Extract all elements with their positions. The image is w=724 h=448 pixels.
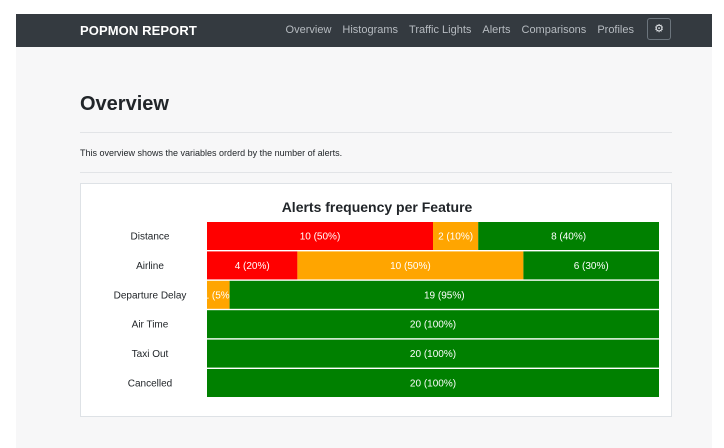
nav-link-alerts[interactable]: Alerts — [482, 24, 510, 36]
chart-card: Alerts frequency per Feature Distance 10 … — [80, 183, 672, 417]
nav-link-traffic-lights[interactable]: Traffic Lights — [409, 24, 471, 36]
bar-value-label: 6 (30%) — [574, 261, 609, 272]
bar-value-label: 8 (40%) — [551, 232, 586, 243]
alerts-frequency-chart: Alerts frequency per Feature Distance 10 … — [114, 199, 659, 397]
bar-value-label: 20 (100%) — [410, 320, 456, 331]
bar-value-label: 20 (100%) — [410, 379, 456, 390]
gear-icon: ⚙ — [654, 23, 664, 35]
bar-value-label: 4 (20%) — [235, 261, 270, 272]
brand-logo[interactable]: POPMON REPORT — [80, 23, 197, 38]
divider — [80, 172, 672, 173]
nav-link-comparisons[interactable]: Comparisons — [522, 24, 587, 36]
feature-label: Departure Delay — [114, 290, 187, 301]
nav-link-overview[interactable]: Overview — [286, 24, 332, 36]
nav-link-histograms[interactable]: Histograms — [342, 24, 398, 36]
chart-bars: Distance 10 (50%) 2 (10%) 8 (40%) Airline 4 (… — [114, 222, 659, 397]
bar-value-label: 19 (95%) — [424, 290, 465, 301]
feature-label: Airline — [136, 261, 164, 272]
nav-links: Overview Histograms Traffic Lights Alert… — [286, 24, 634, 36]
page: POPMON REPORT Overview Histograms Traffi… — [16, 14, 712, 448]
bar-value-label: 10 (50%) — [300, 232, 341, 243]
feature-label: Distance — [131, 232, 170, 243]
chart-title: Alerts frequency per Feature — [282, 199, 473, 215]
theme-toggle-button[interactable]: ⚙ — [647, 18, 671, 40]
bar-value-label: 2 (10%) — [438, 232, 473, 243]
feature-label: Taxi Out — [132, 349, 169, 360]
divider — [80, 132, 672, 133]
bar-value-label: 10 (50%) — [390, 261, 431, 272]
bar-value-label: 1 (5%) — [204, 290, 233, 301]
page-title: Overview — [80, 93, 169, 115]
bar-value-label: 20 (100%) — [410, 349, 456, 360]
intro-text: This overview shows the variables orderd… — [80, 148, 343, 158]
feature-label: Air Time — [132, 320, 169, 331]
feature-label: Cancelled — [128, 379, 172, 390]
nav-link-profiles[interactable]: Profiles — [597, 24, 634, 36]
navbar: POPMON REPORT Overview Histograms Traffi… — [16, 14, 712, 47]
